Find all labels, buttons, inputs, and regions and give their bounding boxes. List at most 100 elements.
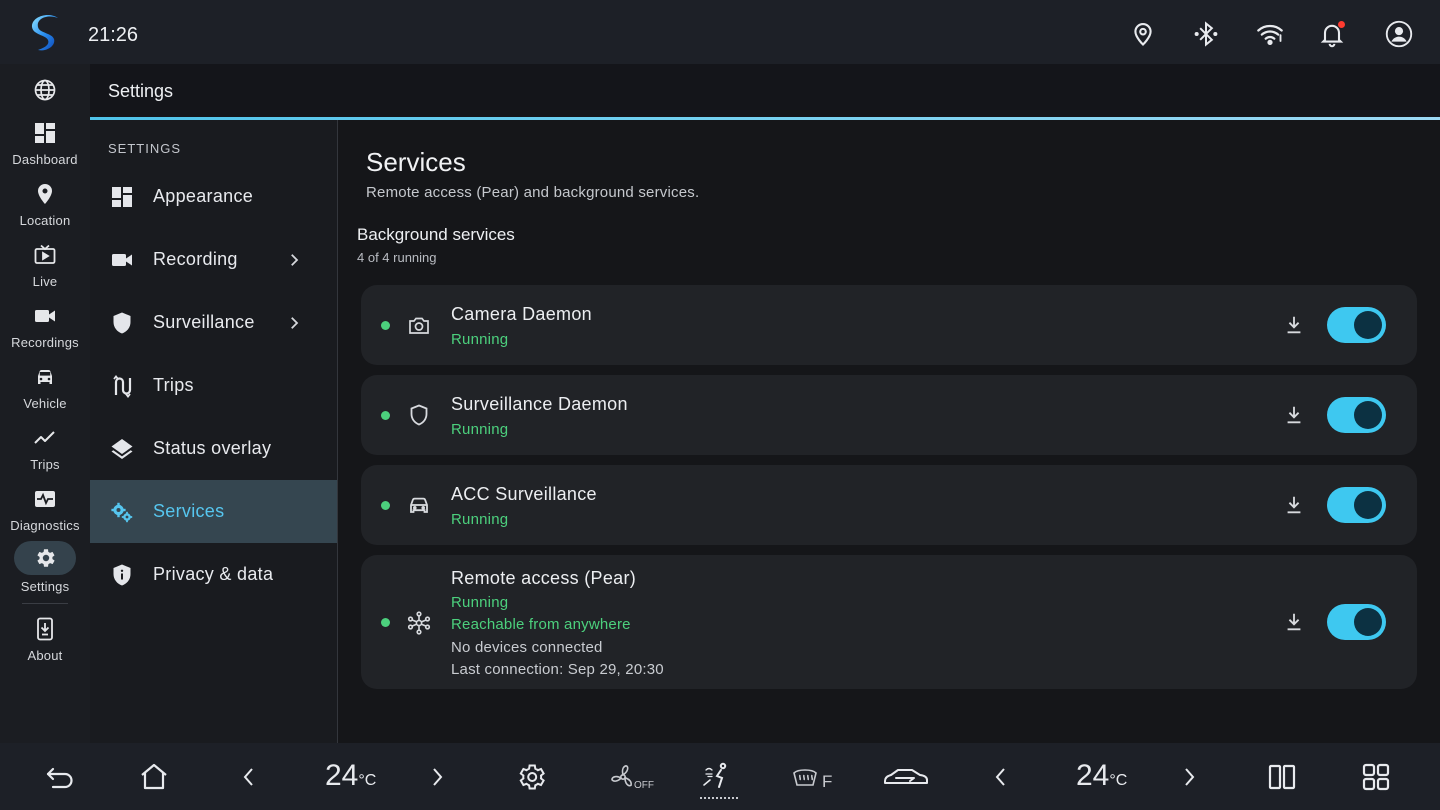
services-panel: Services Remote access (Pear) and backgr… bbox=[339, 120, 1440, 743]
videocam-icon bbox=[33, 304, 57, 328]
chevron-right-icon[interactable] bbox=[1173, 761, 1205, 793]
hub-icon bbox=[407, 611, 431, 635]
rail-item-vehicle[interactable]: Vehicle bbox=[0, 365, 90, 423]
settings-subnav: SETTINGS Appearance Recording Surveillan… bbox=[90, 120, 338, 743]
car-icon bbox=[33, 365, 57, 389]
defrost-label: F bbox=[822, 772, 833, 791]
status-dot bbox=[381, 501, 390, 510]
rail-label: Location bbox=[19, 213, 71, 228]
left-temperature: 24°C bbox=[325, 759, 376, 793]
subnav-label: Status overlay bbox=[153, 438, 272, 458]
download-icon[interactable] bbox=[1283, 611, 1305, 633]
rail-item-recordings[interactable]: Recordings bbox=[0, 304, 90, 362]
temperature-value: 24 bbox=[1076, 759, 1110, 792]
rail-label: Dashboard bbox=[12, 152, 78, 167]
rail-item-live[interactable]: Live bbox=[0, 243, 90, 301]
subnav-item-surveillance[interactable]: Surveillance bbox=[90, 291, 337, 354]
toggle-knob bbox=[1354, 608, 1382, 636]
rail-label: About bbox=[27, 648, 63, 663]
service-card-camera-daemon: Camera Daemon Running bbox=[361, 285, 1417, 365]
reachability-status: Reachable from anywhere bbox=[451, 616, 631, 633]
chevron-right-icon[interactable] bbox=[421, 761, 453, 793]
rail-label: Diagnostics bbox=[10, 518, 80, 533]
services-subtitle: Remote access (Pear) and background serv… bbox=[366, 184, 700, 201]
subnav-item-recording[interactable]: Recording bbox=[90, 228, 337, 291]
right-temperature: 24°C bbox=[1076, 759, 1127, 793]
page-title: Settings bbox=[108, 81, 174, 101]
subnav-item-privacy[interactable]: Privacy & data bbox=[90, 543, 337, 606]
subnav-label: Services bbox=[153, 501, 225, 521]
section-subtitle: 4 of 4 running bbox=[357, 250, 437, 265]
rail-label: Trips bbox=[30, 457, 60, 472]
dashboard-icon bbox=[110, 185, 134, 209]
location-pin-icon bbox=[33, 182, 57, 206]
rail-divider bbox=[22, 603, 68, 604]
temperature-unit: °C bbox=[358, 772, 377, 789]
home-icon[interactable] bbox=[138, 761, 170, 793]
chevron-right-icon bbox=[285, 314, 303, 332]
gears-icon bbox=[110, 500, 134, 524]
service-toggle[interactable] bbox=[1327, 397, 1386, 433]
service-status: Running bbox=[451, 421, 509, 438]
wifi-icon[interactable] bbox=[1256, 20, 1284, 48]
subnav-item-appearance[interactable]: Appearance bbox=[90, 165, 337, 228]
temperature-value: 24 bbox=[325, 759, 359, 792]
subnav-item-services[interactable]: Services bbox=[90, 480, 337, 543]
app-logo-icon[interactable] bbox=[30, 12, 66, 56]
service-toggle[interactable] bbox=[1327, 487, 1386, 523]
download-icon[interactable] bbox=[1283, 404, 1305, 426]
videocam-icon bbox=[110, 248, 134, 272]
clock: 21:26 bbox=[88, 24, 139, 46]
subnav-item-trips[interactable]: Trips bbox=[90, 354, 337, 417]
fan-state-label: OFF bbox=[634, 780, 654, 791]
notifications-icon[interactable] bbox=[1318, 20, 1346, 48]
gear-icon[interactable] bbox=[515, 761, 547, 793]
account-icon[interactable] bbox=[1385, 20, 1413, 48]
rail-label: Vehicle bbox=[23, 396, 67, 411]
download-icon[interactable] bbox=[1283, 494, 1305, 516]
subnav-heading: SETTINGS bbox=[108, 141, 182, 156]
rail-label: Settings bbox=[20, 579, 70, 594]
service-name: Surveillance Daemon bbox=[451, 394, 628, 414]
bluetooth-icon[interactable] bbox=[1192, 20, 1220, 48]
defrost-icon[interactable] bbox=[791, 761, 823, 793]
chevron-left-icon[interactable] bbox=[985, 761, 1017, 793]
service-card-surveillance-daemon: Surveillance Daemon Running bbox=[361, 375, 1417, 455]
status-dot bbox=[381, 618, 390, 627]
status-dot bbox=[381, 411, 390, 420]
subnav-label: Recording bbox=[153, 249, 238, 269]
service-toggle[interactable] bbox=[1327, 307, 1386, 343]
split-screen-icon[interactable] bbox=[1266, 761, 1298, 793]
globe-icon bbox=[33, 78, 57, 102]
subnav-label: Privacy & data bbox=[153, 564, 274, 584]
page-header: Settings bbox=[90, 64, 1440, 118]
install-mobile-icon bbox=[33, 617, 57, 641]
notification-badge bbox=[1338, 21, 1345, 28]
service-toggle[interactable] bbox=[1327, 604, 1386, 640]
chevron-left-icon[interactable] bbox=[233, 761, 265, 793]
status-bar: 21:26 bbox=[0, 0, 1440, 64]
trending-line-icon bbox=[33, 426, 57, 450]
car-recirculation-icon[interactable] bbox=[882, 761, 930, 793]
service-card-remote-access: Remote access (Pear) Running Reachable f… bbox=[361, 555, 1417, 689]
monitor-heart-icon bbox=[33, 487, 57, 511]
airflow-icon[interactable] bbox=[700, 761, 732, 793]
location-pin-icon[interactable] bbox=[1129, 20, 1157, 48]
dashboard-icon bbox=[33, 121, 57, 145]
toggle-knob bbox=[1354, 311, 1382, 339]
rail-item-diagnostics[interactable]: Diagnostics bbox=[0, 487, 90, 545]
navigation-rail: Dashboard Location Live Recordings Vehic… bbox=[0, 64, 90, 743]
subnav-item-status-overlay[interactable]: Status overlay bbox=[90, 417, 337, 480]
rail-item-settings[interactable]: Settings bbox=[0, 541, 90, 604]
live-tv-icon bbox=[33, 243, 57, 267]
rail-item-location[interactable]: Location bbox=[0, 182, 90, 240]
service-status: Running bbox=[451, 511, 509, 528]
rail-item-trips[interactable]: Trips bbox=[0, 426, 90, 484]
rail-item-dashboard[interactable]: Dashboard bbox=[0, 121, 90, 179]
back-icon[interactable] bbox=[44, 761, 76, 793]
download-icon[interactable] bbox=[1283, 314, 1305, 336]
layers-icon bbox=[110, 437, 134, 461]
apps-grid-icon[interactable] bbox=[1360, 761, 1392, 793]
rail-item-about[interactable]: About bbox=[0, 617, 90, 675]
service-name: Camera Daemon bbox=[451, 304, 592, 324]
